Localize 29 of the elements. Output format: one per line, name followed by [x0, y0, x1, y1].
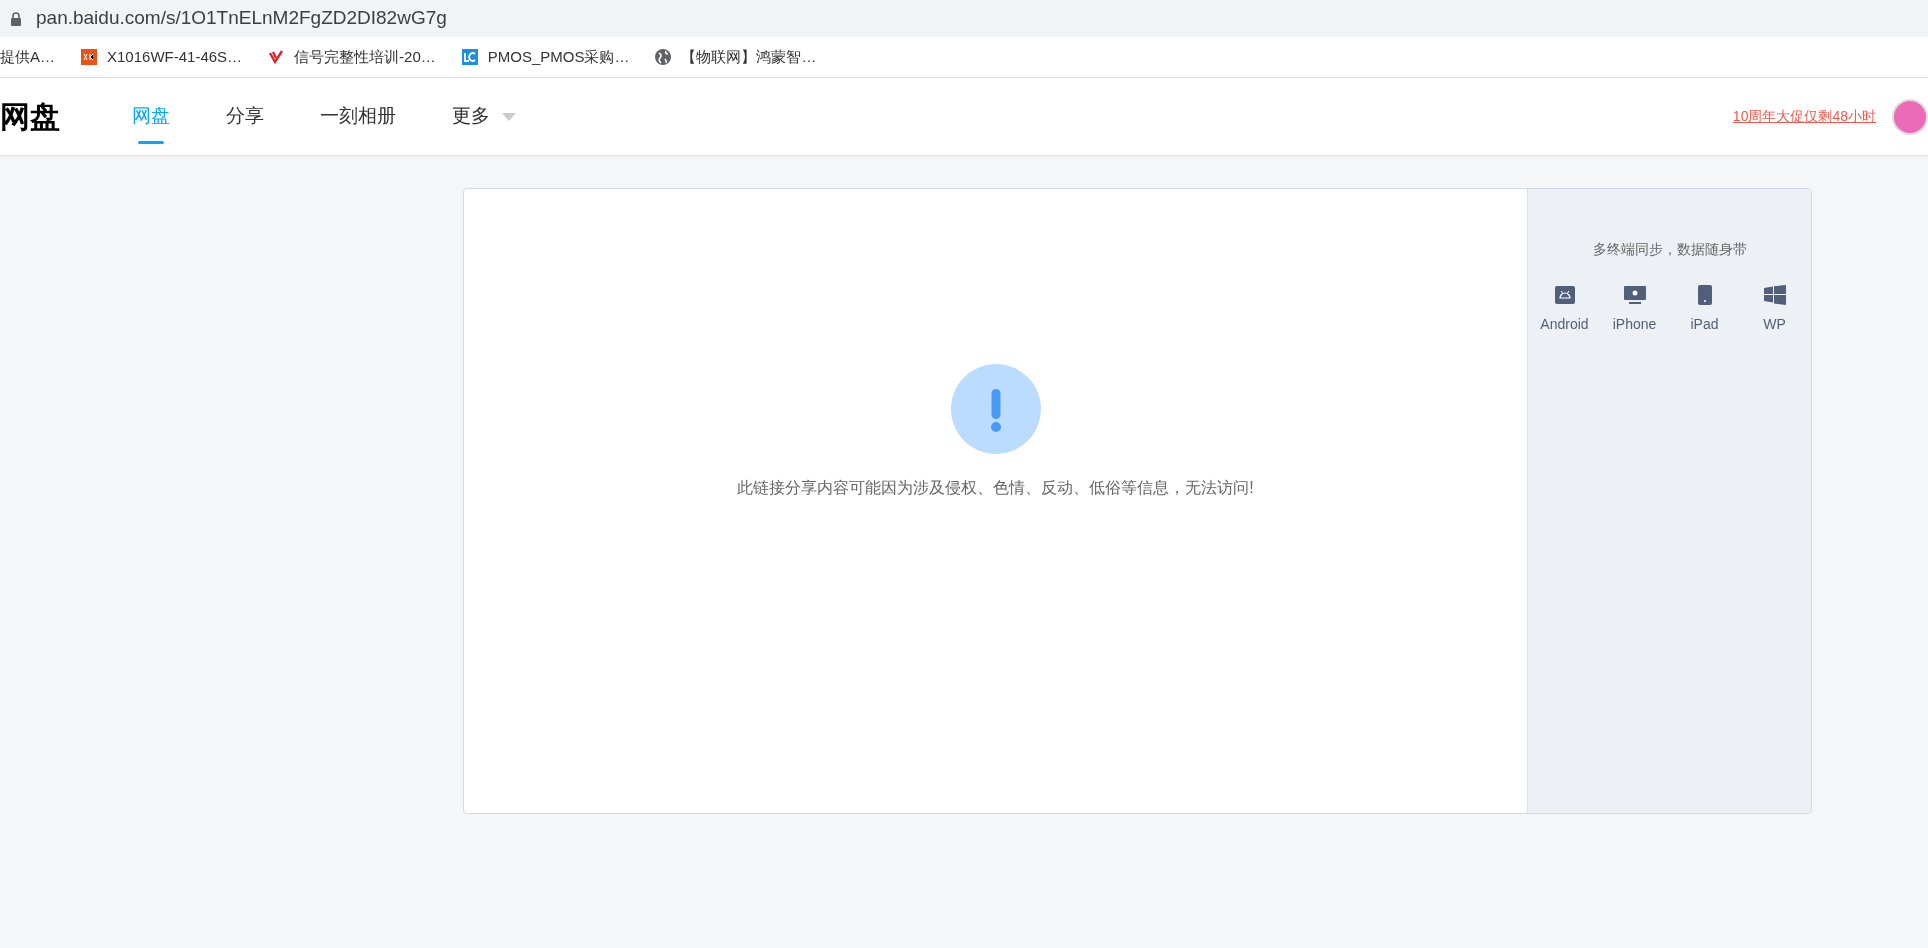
tablet-icon	[1697, 285, 1712, 305]
bookmark-icon	[268, 49, 285, 65]
nav-tab[interactable]: 分享	[226, 77, 264, 156]
bookmark[interactable]: X1016WF-41-46S…	[81, 45, 243, 69]
bookmark[interactable]: 【物联网】鸿蒙智…	[655, 45, 817, 69]
bookmark-icon	[461, 49, 478, 65]
promo-link[interactable]: 10周年大促仅剩48小时	[1732, 106, 1876, 127]
globe-icon	[655, 49, 672, 65]
monitor-icon	[1623, 286, 1646, 304]
logo-text[interactable]: 网盘	[0, 94, 60, 139]
error-message: 此链接分享内容可能因为涉及侵权、色情、反动、低俗等信息，无法访问!	[737, 478, 1254, 498]
bookmark-icon	[81, 49, 97, 65]
avatar[interactable]	[1892, 98, 1928, 135]
platform-link[interactable]: Android	[1538, 284, 1591, 335]
bookmark[interactable]: 信号完整性培训-20…	[268, 45, 436, 69]
platform-link[interactable]: WP	[1748, 284, 1801, 335]
warning-icon	[950, 364, 1041, 454]
windows-icon	[1763, 285, 1786, 305]
panel-title: 多终端同步，数据随身带	[1592, 240, 1747, 259]
lock-icon	[10, 11, 22, 26]
nav-tab[interactable]: 更多	[452, 77, 516, 156]
platform-link[interactable]: iPhone	[1608, 284, 1661, 335]
bookmark[interactable]: PMOS_PMOS采购…	[461, 45, 630, 69]
bookmark[interactable]: 提供A…	[0, 45, 55, 69]
android-icon	[1554, 286, 1575, 304]
caret-icon	[502, 112, 516, 121]
nav-tab[interactable]: 一刻相册	[320, 77, 396, 156]
platform-link[interactable]: iPad	[1678, 284, 1731, 335]
address-url[interactable]: pan.baidu.com/s/1O1TnELnM2FgZD2DI82wG7g	[36, 4, 447, 33]
